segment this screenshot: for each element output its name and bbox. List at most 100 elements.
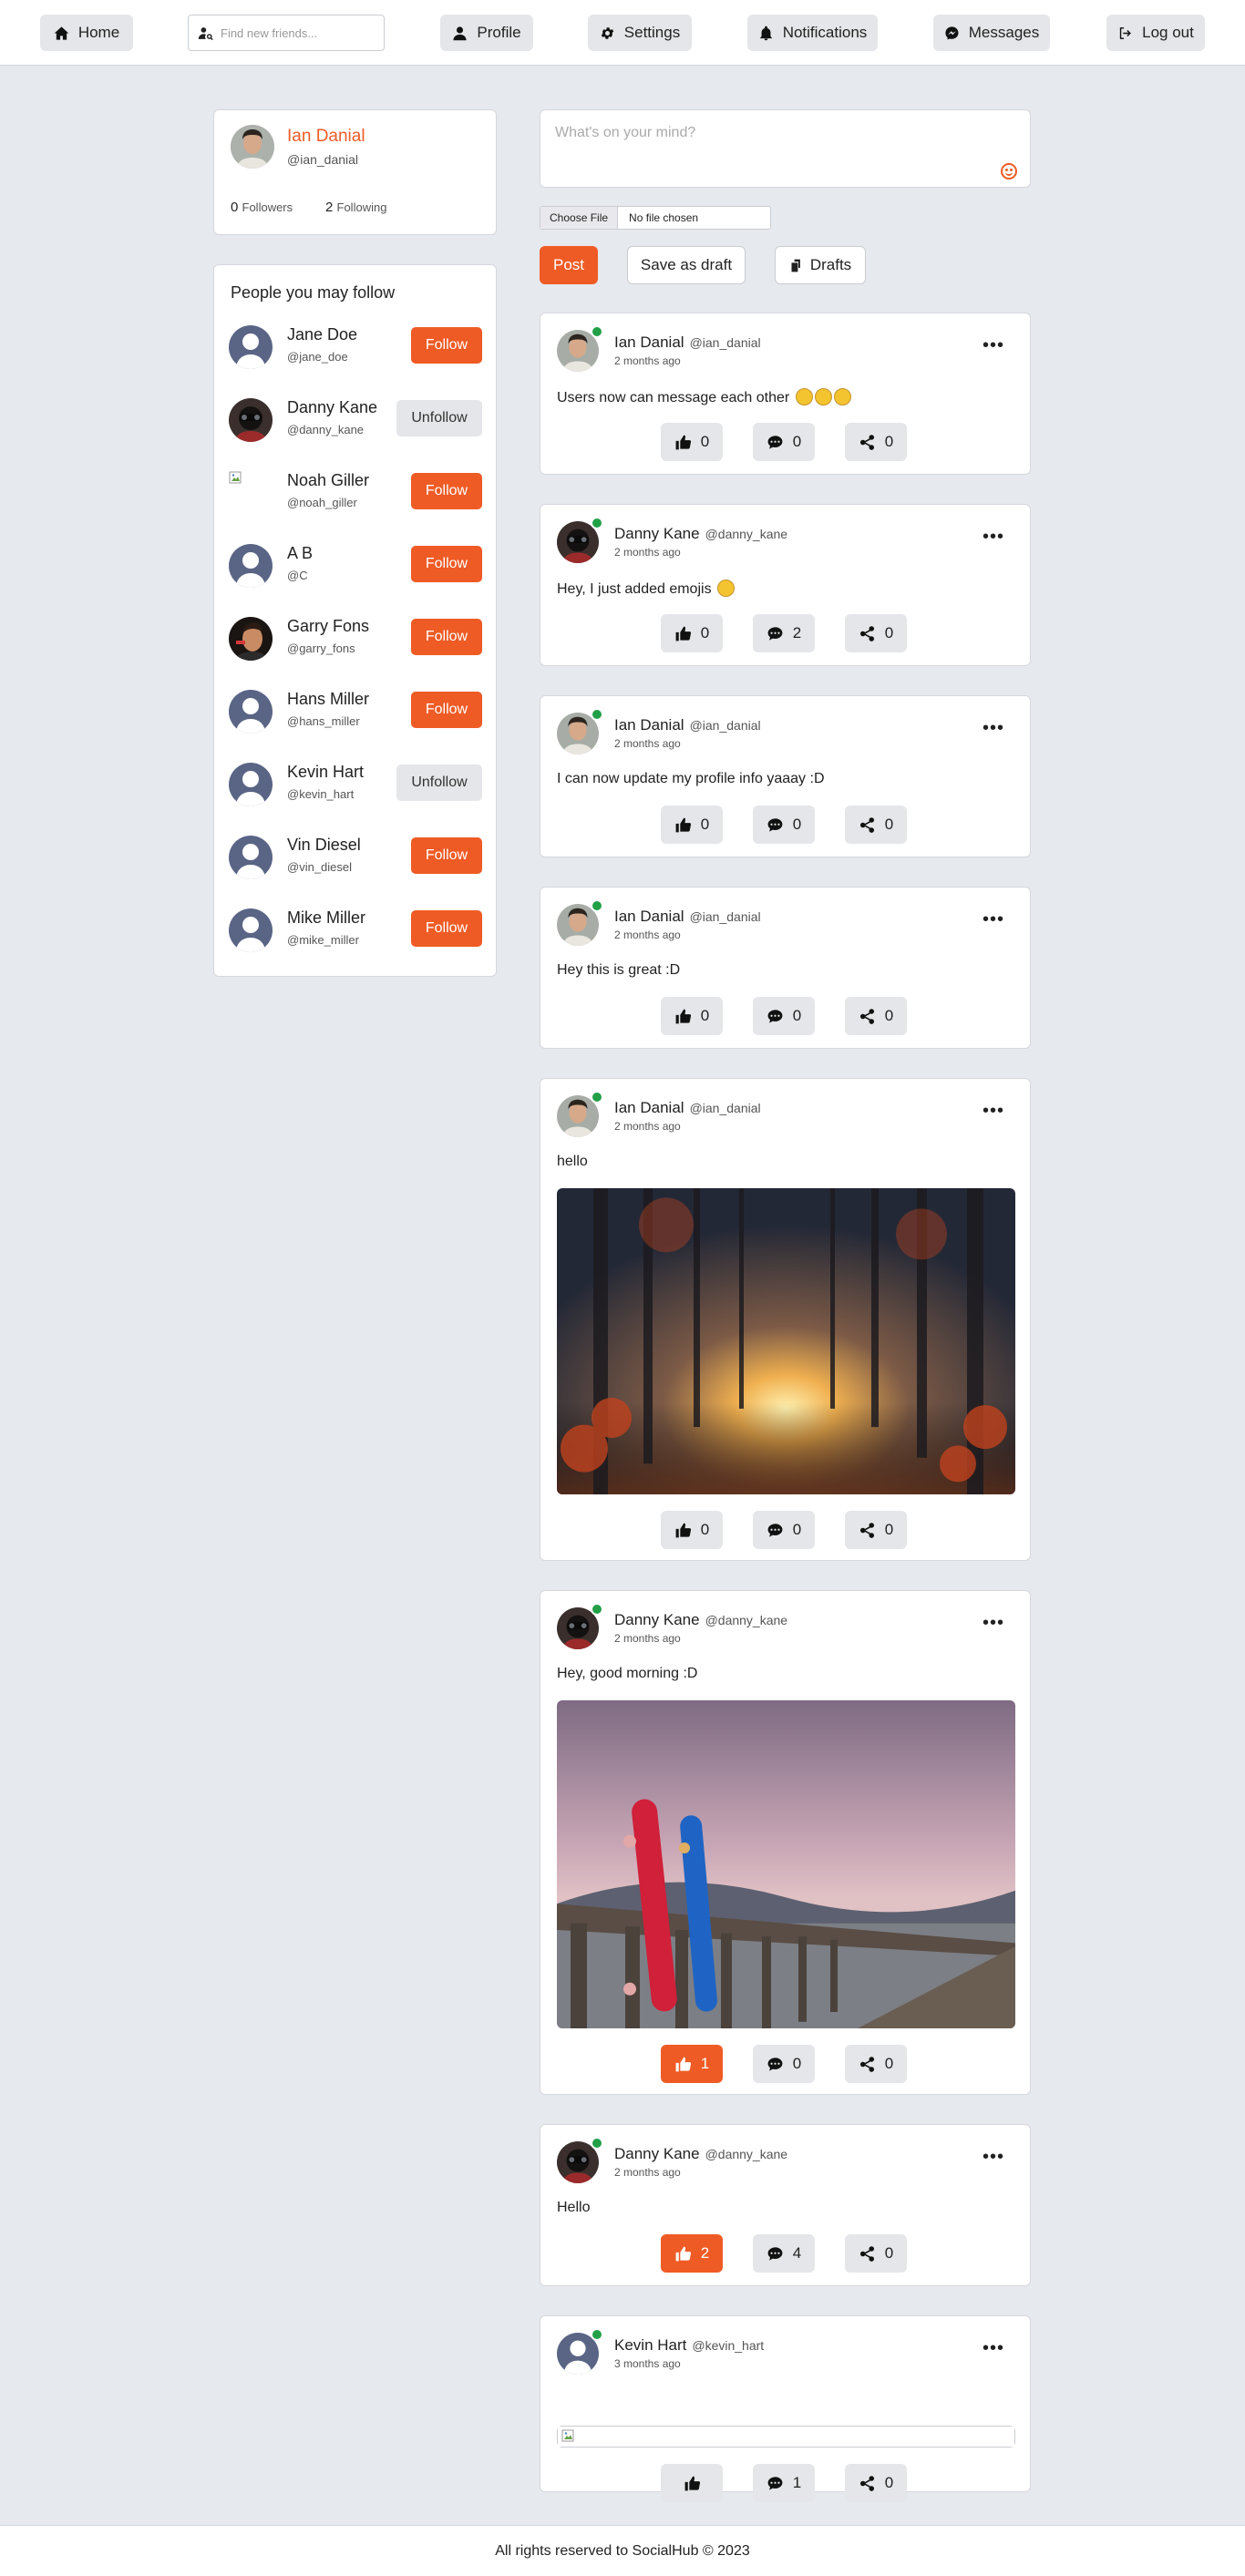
post-options-icon[interactable]: •••: [983, 719, 1004, 737]
suggestion-avatar[interactable]: [229, 908, 273, 952]
share-button[interactable]: 0: [845, 806, 907, 844]
comment-button[interactable]: 0: [753, 1511, 815, 1549]
post-button[interactable]: Post: [540, 246, 598, 284]
suggestion-avatar[interactable]: [229, 617, 273, 661]
post-options-icon[interactable]: •••: [983, 1614, 1004, 1632]
follow-button[interactable]: Follow: [411, 473, 482, 509]
logout-button[interactable]: Log out: [1106, 15, 1205, 51]
home-button[interactable]: Home: [40, 15, 133, 51]
share-button[interactable]: 0: [845, 423, 907, 461]
comment-button[interactable]: 0: [753, 806, 815, 844]
drafts-button[interactable]: Drafts: [775, 246, 866, 284]
post-timestamp: 2 months ago: [614, 1120, 681, 1133]
suggestion-name[interactable]: Jane Doe: [287, 325, 357, 344]
post-timestamp: 2 months ago: [614, 1632, 681, 1645]
online-indicator: [591, 2137, 603, 2150]
comment-icon: [767, 625, 784, 642]
comment-button[interactable]: 2: [753, 614, 815, 652]
post-image[interactable]: [557, 1700, 1015, 2028]
follow-button[interactable]: Follow: [411, 327, 482, 364]
post-author[interactable]: Ian Danial @ian_danial: [614, 334, 761, 352]
like-button[interactable]: 0: [661, 997, 723, 1035]
unfollow-button[interactable]: Unfollow: [396, 400, 482, 436]
post-author[interactable]: Danny Kane @danny_kane: [614, 525, 787, 543]
post-options-icon[interactable]: •••: [983, 2148, 1004, 2166]
suggestion-name[interactable]: Mike Miller: [287, 908, 365, 928]
choose-file-button[interactable]: Choose File: [540, 207, 619, 229]
post-options-icon[interactable]: •••: [983, 2339, 1004, 2357]
notifications-button[interactable]: Notifications: [747, 15, 878, 51]
online-indicator: [591, 325, 603, 338]
post-image[interactable]: [557, 1188, 1015, 1494]
comment-icon: [767, 1008, 784, 1025]
save-draft-button[interactable]: Save as draft: [627, 246, 746, 284]
post-options-icon[interactable]: •••: [983, 336, 1004, 354]
follow-button[interactable]: Follow: [411, 837, 482, 874]
post-textarea[interactable]: [555, 125, 1011, 176]
suggestion-name[interactable]: Vin Diesel: [287, 836, 361, 855]
like-button[interactable]: 1: [661, 2045, 723, 2083]
post-options-icon[interactable]: •••: [983, 1102, 1004, 1120]
messages-button[interactable]: Messages: [933, 15, 1050, 51]
suggestion-name[interactable]: A B: [287, 544, 313, 563]
suggestion-avatar[interactable]: [229, 763, 273, 806]
like-button[interactable]: [661, 2464, 723, 2502]
like-button[interactable]: 0: [661, 423, 723, 461]
comment-button[interactable]: 0: [753, 997, 815, 1035]
post-author[interactable]: Kevin Hart @kevin_hart: [614, 2336, 764, 2355]
suggestion-name[interactable]: Noah Giller: [287, 471, 369, 490]
post-author[interactable]: Danny Kane @danny_kane: [614, 2145, 787, 2163]
share-button[interactable]: 0: [845, 997, 907, 1035]
comment-icon: [767, 2245, 784, 2263]
follow-button[interactable]: Follow: [411, 619, 482, 655]
profile-avatar[interactable]: [231, 125, 274, 169]
post-author[interactable]: Ian Danial @ian_danial: [614, 716, 761, 734]
settings-button[interactable]: Settings: [588, 15, 692, 51]
share-button[interactable]: 0: [845, 2464, 907, 2502]
suggestion-name[interactable]: Garry Fons: [287, 617, 369, 636]
suggestion-avatar[interactable]: [229, 471, 273, 515]
share-button[interactable]: 0: [845, 2045, 907, 2083]
post-text: Users now can message each other: [557, 388, 851, 406]
like-button[interactable]: 0: [661, 614, 723, 652]
post-author[interactable]: Danny Kane @danny_kane: [614, 1611, 787, 1629]
share-button[interactable]: 0: [845, 2234, 907, 2273]
suggestion-name[interactable]: Hans Miller: [287, 690, 369, 709]
file-input[interactable]: Choose File No file chosen: [540, 206, 771, 230]
post-options-icon[interactable]: •••: [983, 528, 1004, 546]
following-stat[interactable]: 2 Following: [325, 200, 386, 215]
follow-button[interactable]: Follow: [411, 692, 482, 728]
suggestion-name[interactable]: Kevin Hart: [287, 763, 364, 782]
post-author[interactable]: Ian Danial @ian_danial: [614, 908, 761, 926]
profile-name[interactable]: Ian Danial: [287, 127, 365, 147]
online-indicator: [591, 517, 603, 529]
search-input[interactable]: [221, 26, 376, 40]
share-button[interactable]: 0: [845, 1511, 907, 1549]
suggestion-handle: @garry_fons: [287, 641, 355, 655]
comment-button[interactable]: 0: [753, 2045, 815, 2083]
share-button[interactable]: 0: [845, 614, 907, 652]
follow-button[interactable]: Follow: [411, 910, 482, 947]
comment-button[interactable]: 0: [753, 423, 815, 461]
emoji-picker-icon[interactable]: [1001, 163, 1017, 180]
like-button[interactable]: 0: [661, 1511, 723, 1549]
followers-stat[interactable]: 0 Followers: [231, 200, 293, 215]
suggestion-avatar[interactable]: [229, 544, 273, 588]
suggestion-avatar[interactable]: [229, 690, 273, 734]
profile-button[interactable]: Profile: [440, 15, 533, 51]
comment-button[interactable]: 1: [753, 2464, 815, 2502]
suggestion-avatar[interactable]: [229, 836, 273, 879]
suggestion-name[interactable]: Danny Kane: [287, 398, 377, 417]
unfollow-button[interactable]: Unfollow: [396, 765, 482, 801]
like-button[interactable]: 2: [661, 2234, 723, 2273]
post-image[interactable]: [557, 2426, 1015, 2448]
suggestion-avatar[interactable]: [229, 398, 273, 442]
suggestion-handle: @mike_miller: [287, 933, 359, 947]
post-author[interactable]: Ian Danial @ian_danial: [614, 1099, 761, 1117]
suggestion-avatar[interactable]: [229, 325, 273, 369]
post-options-icon[interactable]: •••: [983, 910, 1004, 929]
like-button[interactable]: 0: [661, 806, 723, 844]
follow-button[interactable]: Follow: [411, 546, 482, 582]
search-box[interactable]: [188, 15, 385, 51]
comment-button[interactable]: 4: [753, 2234, 815, 2273]
